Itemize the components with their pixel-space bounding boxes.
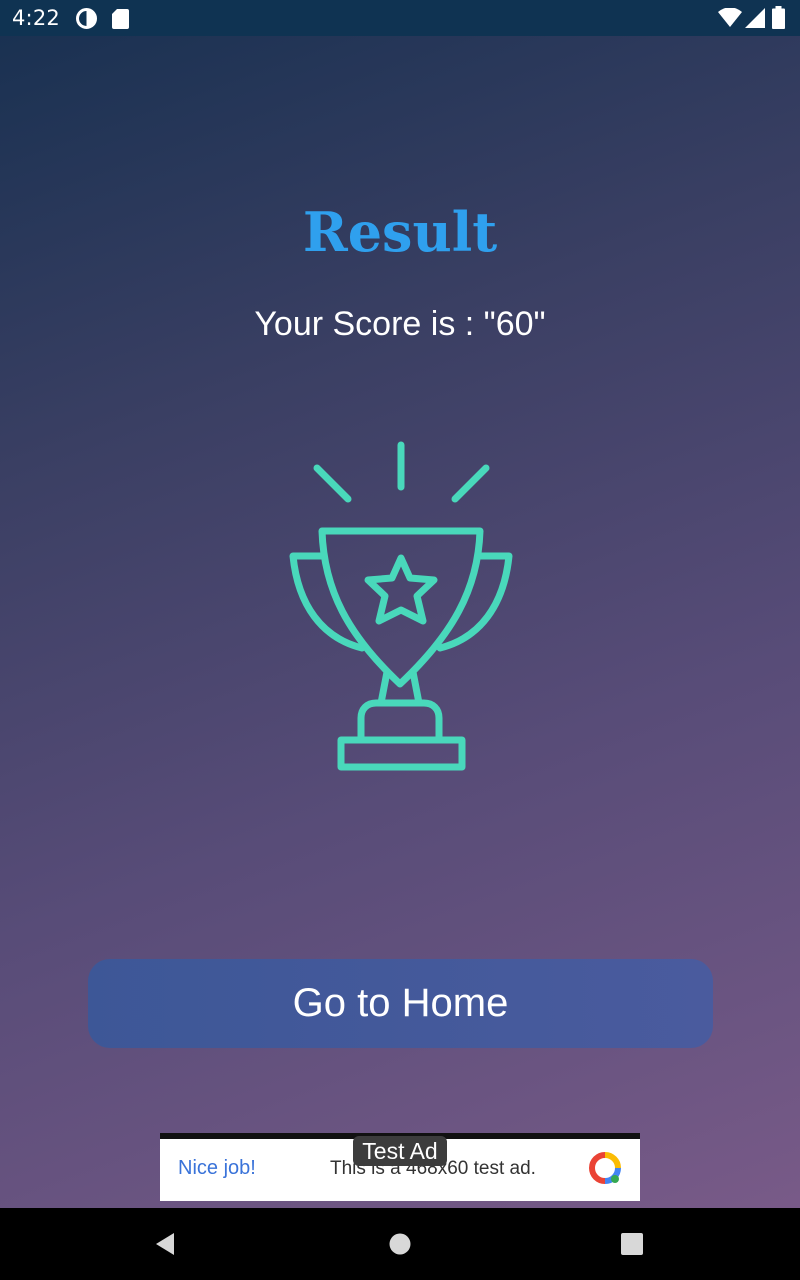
ad-headline[interactable]: Nice job! [178,1157,256,1180]
back-icon[interactable] [152,1230,180,1258]
system-nav-bar [0,1208,800,1280]
test-ad-label: Test Ad [353,1136,447,1166]
status-bar: 4:22 [0,0,800,36]
wifi-icon [718,8,742,27]
page-title: Result [302,200,498,264]
result-screen: 4:22 Result Your Score is : "60" Go to H… [0,0,800,1280]
signal-icon [745,8,765,28]
data-saver-icon [76,8,97,29]
battery-icon [772,6,785,29]
trophy-icon [289,441,513,771]
sd-card-icon [112,9,129,29]
score-text: Your Score is : "60" [254,305,546,343]
status-time: 4:22 [12,6,60,30]
ad-logo-icon[interactable] [588,1151,622,1185]
home-icon[interactable] [386,1230,414,1258]
go-to-home-button[interactable]: Go to Home [88,959,713,1048]
recents-icon[interactable] [618,1230,646,1258]
